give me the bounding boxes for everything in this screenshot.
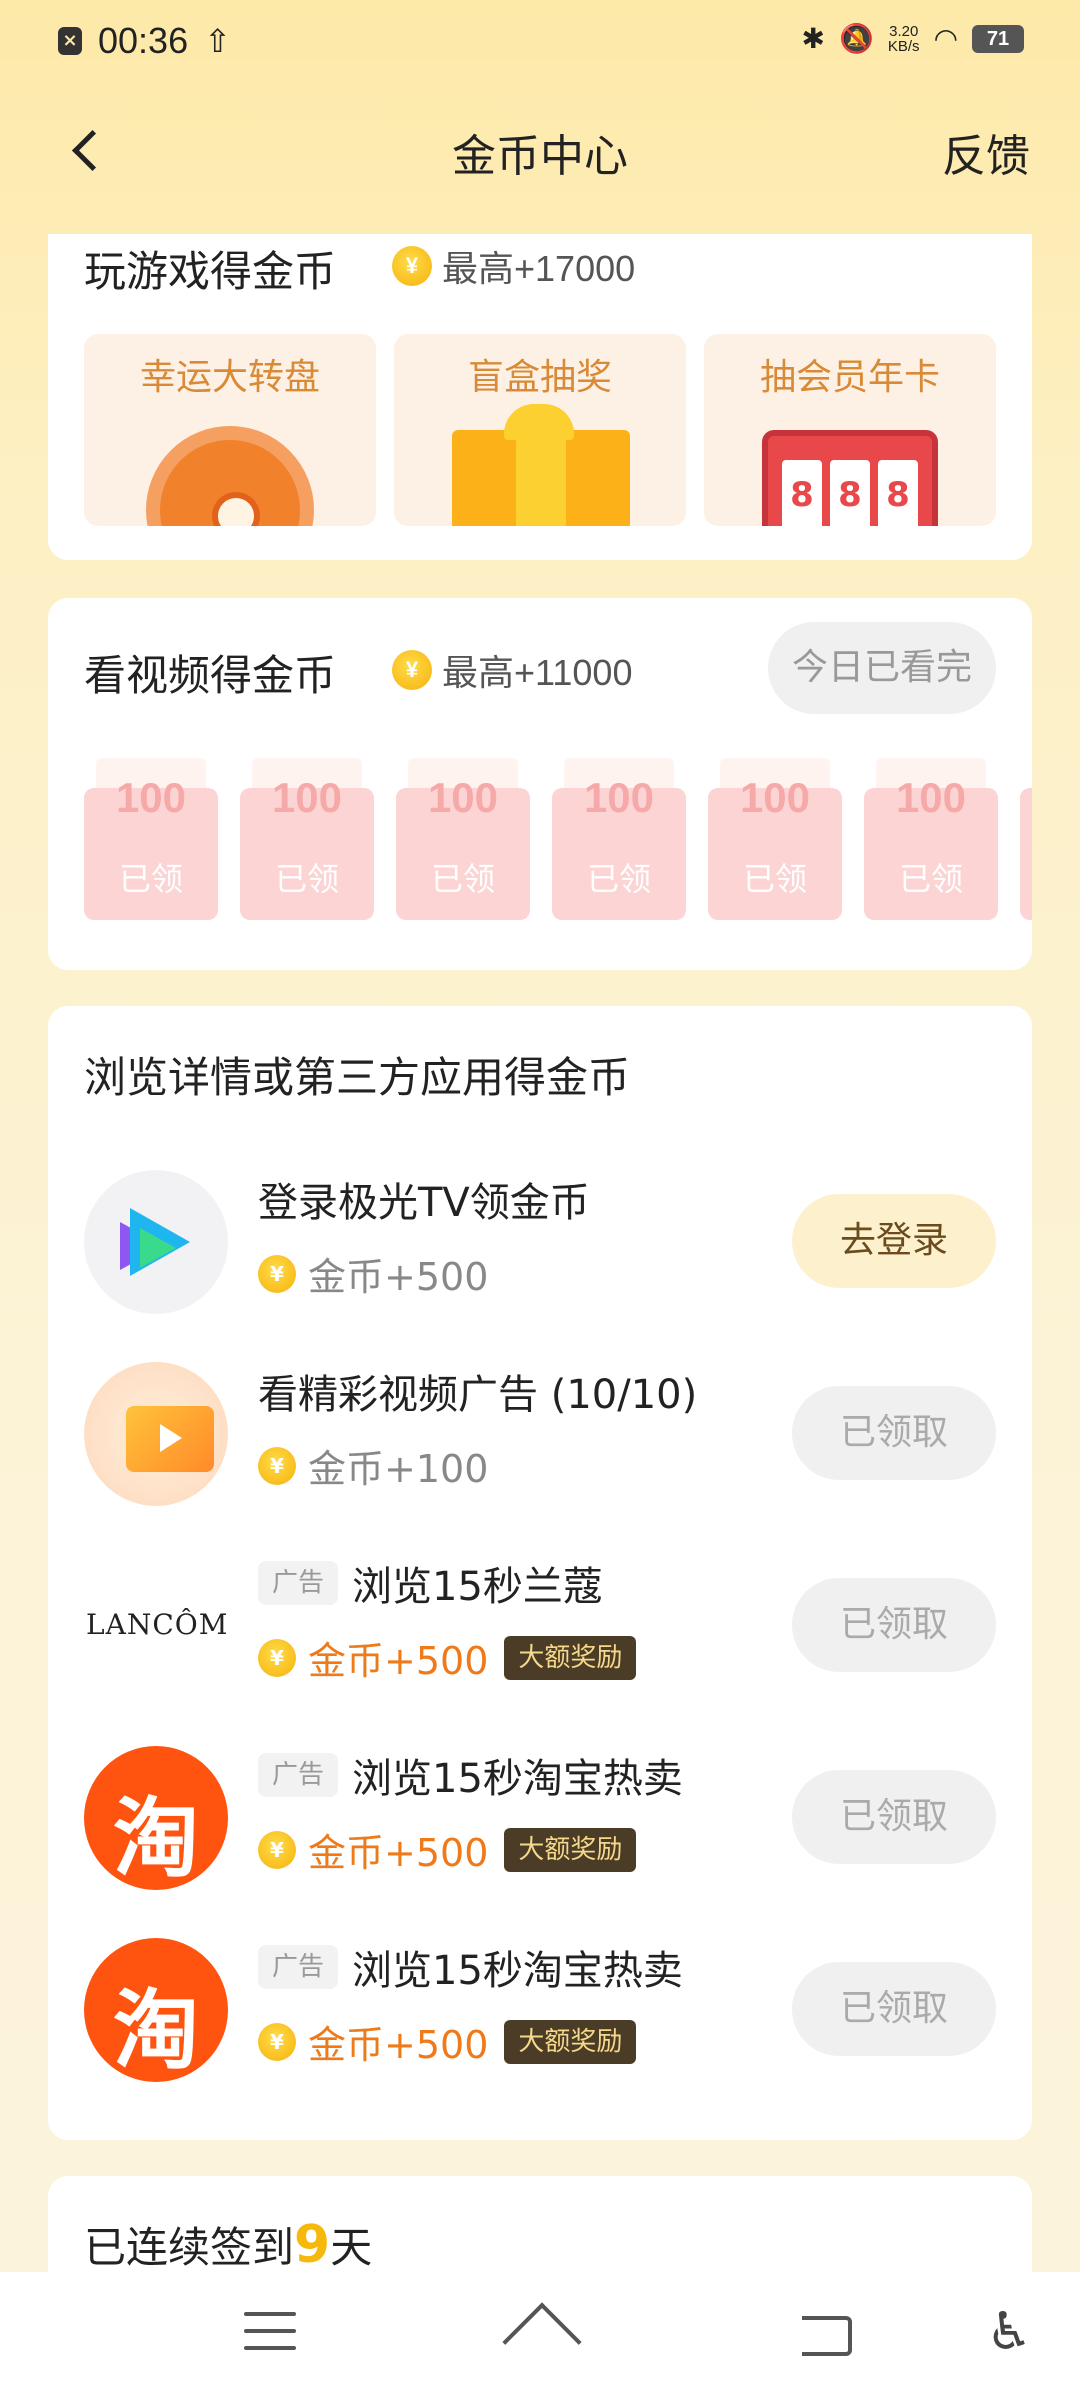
task-name: 广告 浏览15秒淘宝热卖 xyxy=(258,1746,683,1804)
red-envelope-partial[interactable] xyxy=(1020,758,1032,920)
system-nav-bar: ♿ xyxy=(0,2272,1080,2400)
red-envelope[interactable]: 100 已领 xyxy=(84,758,218,920)
taobao-logo: 淘 xyxy=(84,1746,228,1890)
bluetooth-icon: ✱ xyxy=(801,22,825,55)
ad-tag: 广告 xyxy=(258,1561,338,1605)
games-card: 玩游戏得金币 ¥ 最高+17000 幸运大转盘 盲盒抽奖 抽会员年卡 8 8 8 xyxy=(48,234,1032,560)
signin-days: 9 xyxy=(294,2215,331,2275)
tasks-title: 浏览详情或第三方应用得金币 xyxy=(84,1053,631,1102)
status-time: 00:36 xyxy=(98,20,189,61)
red-envelope[interactable]: 100 已领 xyxy=(864,758,998,920)
big-reward-badge: 大额奖励 xyxy=(504,1827,637,1872)
big-reward-badge: 大额奖励 xyxy=(504,1635,637,1680)
coin-icon: ¥ xyxy=(258,1254,296,1293)
claimed-button[interactable]: 已领取 xyxy=(792,1386,996,1480)
watched-today-button[interactable]: 今日已看完 xyxy=(768,622,996,714)
wifi-icon: ◠ xyxy=(933,22,958,55)
tasks-card: 浏览详情或第三方应用得金币 登录极光TV领金币 ¥ 金币+500 去登录 看精彩… xyxy=(48,1006,1032,2140)
lancome-logo: LANCÔME xyxy=(84,1554,228,1698)
feedback-button[interactable]: 反馈 xyxy=(942,120,1030,184)
task-item: 登录极光TV领金币 ¥ 金币+500 去登录 xyxy=(84,1166,996,1316)
notification-close-icon: × xyxy=(58,27,82,55)
jiguang-tv-icon xyxy=(84,1170,228,1314)
video-card: 看视频得金币 ¥ 最高+11000 今日已看完 100 已领 100 已领 10… xyxy=(48,598,1032,970)
home-icon[interactable] xyxy=(504,2308,576,2360)
red-envelope[interactable]: 100 已领 xyxy=(552,758,686,920)
taobao-logo: 淘 xyxy=(84,1938,228,2082)
task-name: 看精彩视频广告 (10/10) xyxy=(258,1372,698,1418)
games-max-reward: ¥ 最高+17000 xyxy=(392,240,635,292)
mute-bell-icon: 🔕 xyxy=(839,22,874,55)
red-envelope[interactable]: 100 已领 xyxy=(708,758,842,920)
red-envelope[interactable]: 100 已领 xyxy=(240,758,374,920)
task-name: 登录极光TV领金币 xyxy=(258,1180,590,1226)
task-reward: ¥ 金币+500 大额奖励 xyxy=(258,1822,637,1877)
task-item: 淘 广告 浏览15秒淘宝热卖 ¥ 金币+500 大额奖励 已领取 xyxy=(84,1934,996,2084)
task-reward: ¥ 金币+100 xyxy=(258,1438,488,1493)
accessibility-icon[interactable]: ♿ xyxy=(986,2302,1033,2362)
red-envelope[interactable]: 100 已领 xyxy=(396,758,530,920)
video-max-reward: ¥ 最高+11000 xyxy=(392,644,632,696)
page-title: 金币中心 xyxy=(452,131,628,182)
wheel-icon xyxy=(146,426,314,526)
task-reward: ¥ 金币+500 xyxy=(258,1246,488,1301)
ad-tag: 广告 xyxy=(258,1945,338,1989)
task-reward: ¥ 金币+500 大额奖励 xyxy=(258,2014,637,2069)
menu-icon[interactable] xyxy=(244,2312,296,2352)
coin-icon: ¥ xyxy=(392,650,432,690)
battery-icon: 71 xyxy=(972,24,1024,53)
ad-tag: 广告 xyxy=(258,1753,338,1797)
claimed-button[interactable]: 已领取 xyxy=(792,1770,996,1864)
go-login-button[interactable]: 去登录 xyxy=(792,1194,996,1288)
coin-icon: ¥ xyxy=(392,246,432,286)
claimed-button[interactable]: 已领取 xyxy=(792,1962,996,2056)
network-speed: 3.20 KB/s xyxy=(887,22,920,55)
envelope-list: 100 已领 100 已领 100 已领 100 已领 100 已领 100 已… xyxy=(84,758,1032,928)
big-reward-badge: 大额奖励 xyxy=(504,2019,637,2064)
status-bar: × 00:36 ⇧ ✱ 🔕 3.20 KB/s ◠ 71 xyxy=(0,0,1080,84)
upload-icon: ⇧ xyxy=(204,22,231,60)
task-name: 广告 浏览15秒兰蔻 xyxy=(258,1554,603,1612)
task-item: LANCÔME 广告 浏览15秒兰蔻 ¥ 金币+500 大额奖励 已领取 xyxy=(84,1550,996,1700)
coin-icon: ¥ xyxy=(258,1830,296,1869)
coin-icon: ¥ xyxy=(258,1638,296,1677)
coin-icon: ¥ xyxy=(258,2022,296,2061)
gift-box-icon xyxy=(452,430,630,526)
blind-box-tile[interactable]: 盲盒抽奖 xyxy=(394,334,686,526)
back-icon[interactable] xyxy=(798,2306,854,2358)
slot-machine-icon: 8 8 8 xyxy=(762,430,938,526)
claimed-button[interactable]: 已领取 xyxy=(792,1578,996,1672)
lucky-wheel-tile[interactable]: 幸运大转盘 xyxy=(84,334,376,526)
task-item: 看精彩视频广告 (10/10) ¥ 金币+100 已领取 xyxy=(84,1358,996,1508)
task-reward: ¥ 金币+500 大额奖励 xyxy=(258,1630,637,1685)
member-card-tile[interactable]: 抽会员年卡 8 8 8 xyxy=(704,334,996,526)
games-title: 玩游戏得金币 xyxy=(84,247,337,296)
title-bar: 金币中心 反馈 xyxy=(0,100,1080,200)
signin-title: 已连续签到9天 xyxy=(84,2215,373,2275)
video-title: 看视频得金币 xyxy=(84,651,337,700)
task-name: 广告 浏览15秒淘宝热卖 xyxy=(258,1938,683,1996)
coin-icon: ¥ xyxy=(258,1446,296,1485)
task-item: 淘 广告 浏览15秒淘宝热卖 ¥ 金币+500 大额奖励 已领取 xyxy=(84,1742,996,1892)
video-ad-icon xyxy=(84,1362,228,1506)
